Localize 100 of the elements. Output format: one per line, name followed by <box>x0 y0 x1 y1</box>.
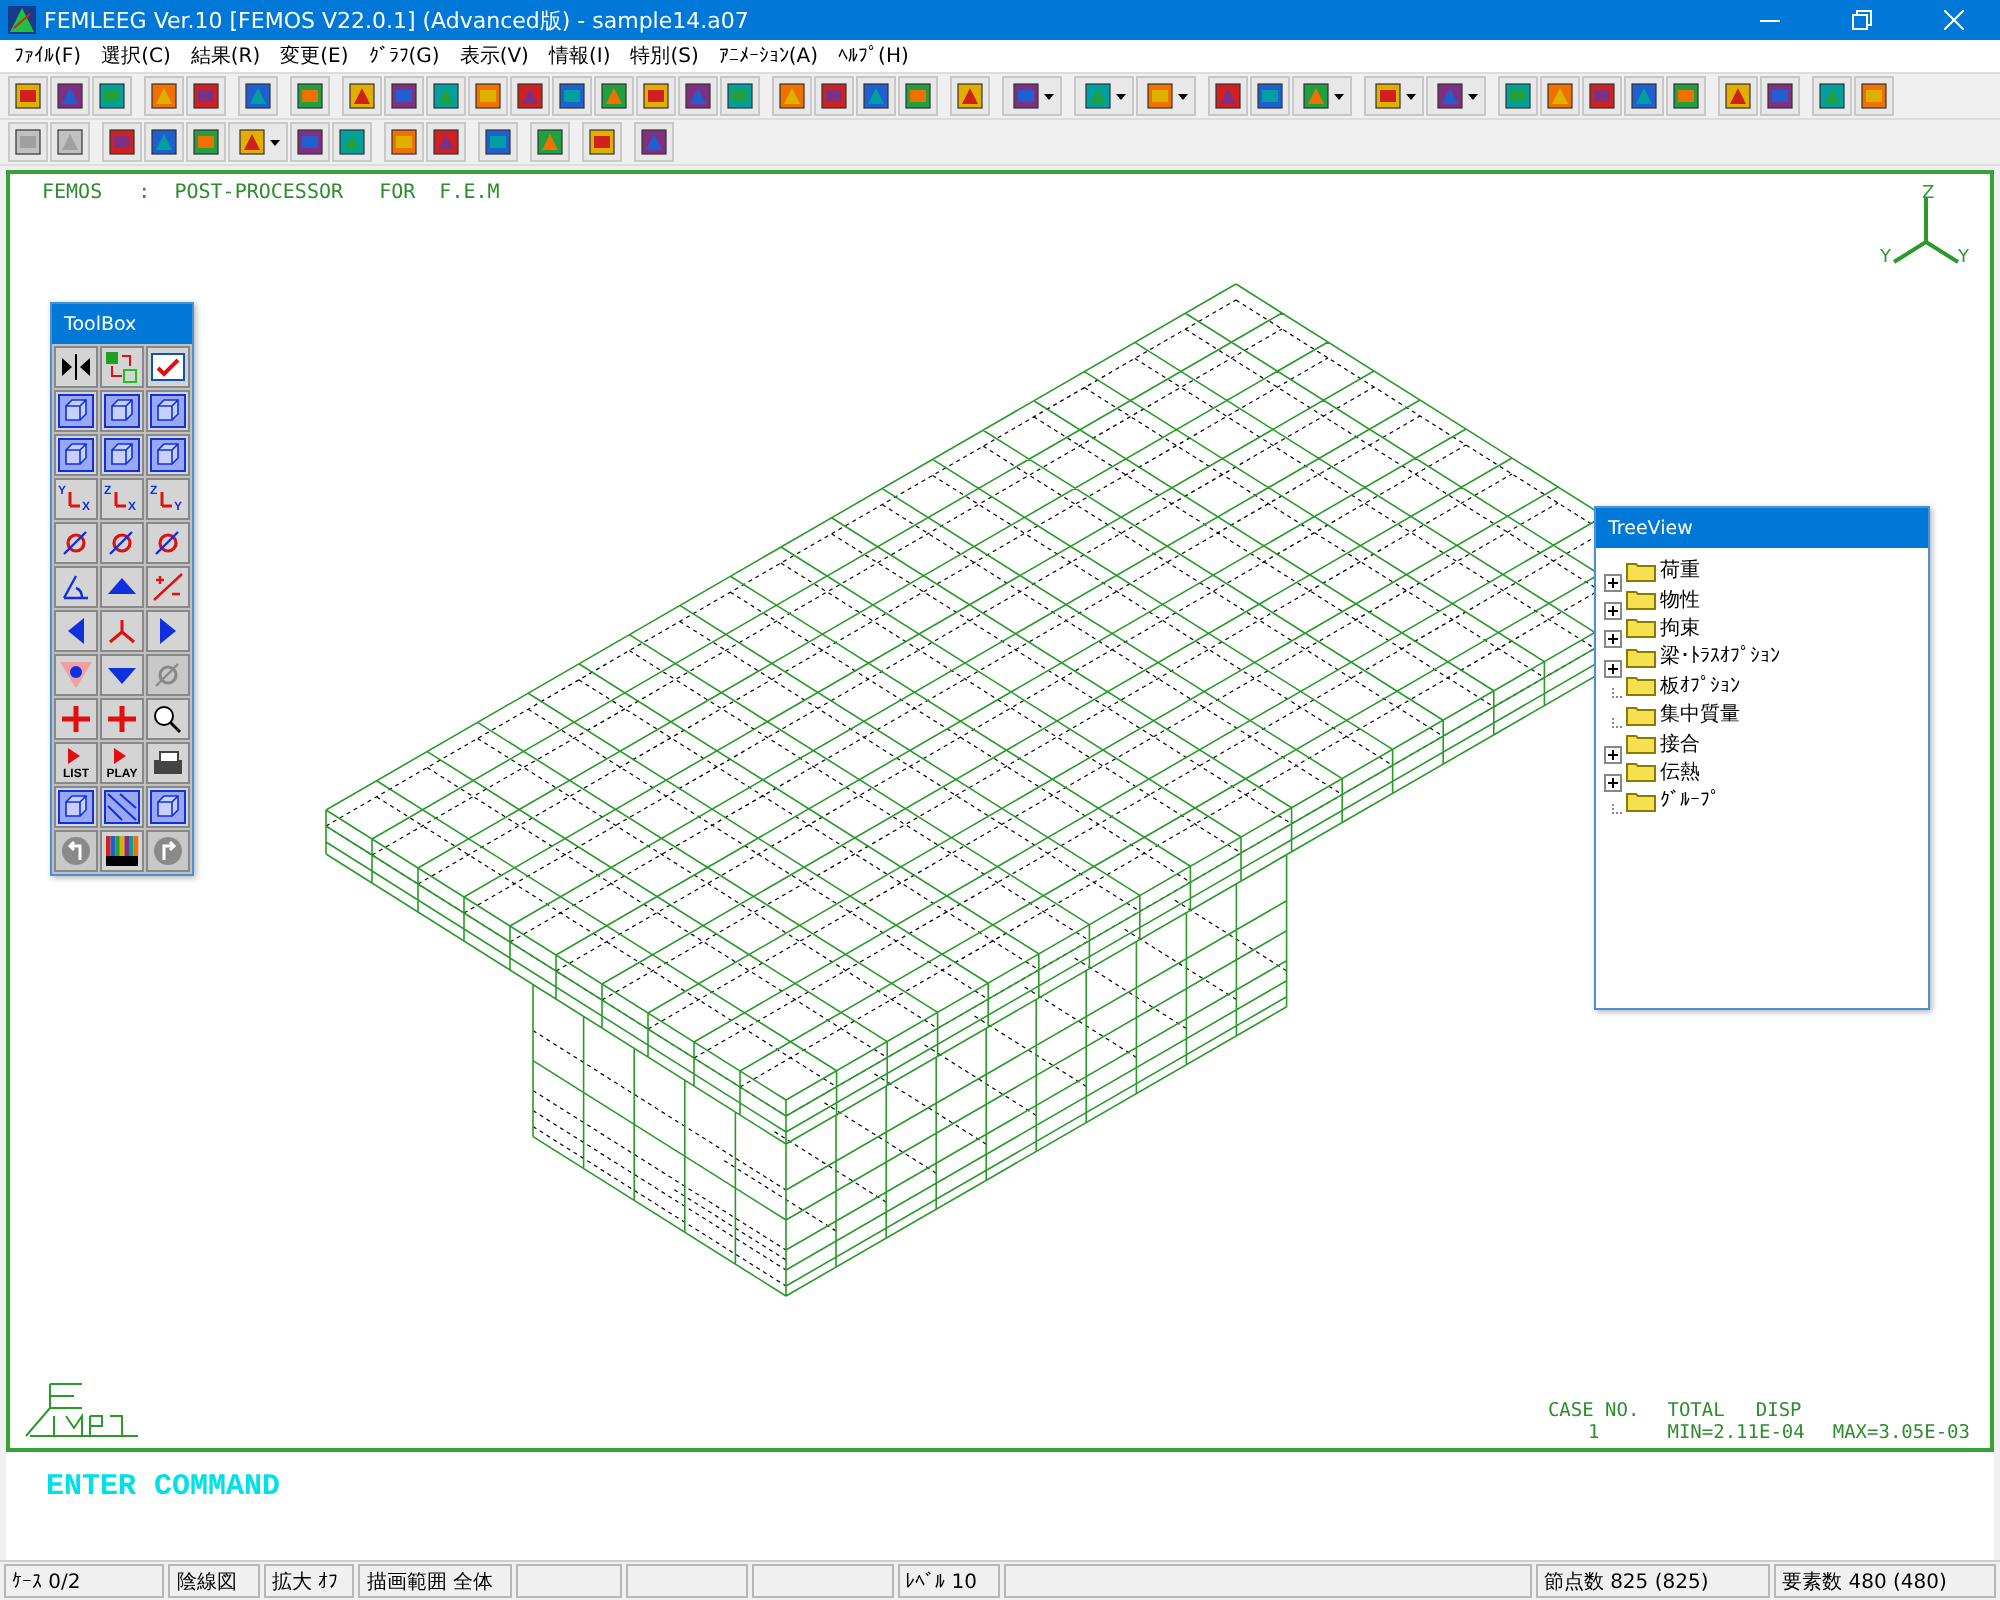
tree-item[interactable]: 荷重 <box>1604 556 1920 585</box>
toolbar-button[interactable] <box>8 122 48 162</box>
toolbar-button[interactable] <box>384 122 424 162</box>
toolbar-button[interactable] <box>1136 76 1196 116</box>
move-icon <box>58 702 94 736</box>
tool-button[interactable] <box>100 830 144 872</box>
tool-icon <box>1256 82 1284 110</box>
tree-item[interactable]: 集中質量 <box>1604 699 1920 729</box>
menu-item[interactable]: ｸﾞﾗﾌ(G) <box>358 44 450 68</box>
toolbar-button[interactable] <box>144 122 184 162</box>
checkbox-icon <box>150 350 186 384</box>
toolbar-button[interactable] <box>1074 76 1134 116</box>
toolbar-button[interactable] <box>186 76 226 116</box>
toolbar-button[interactable] <box>1364 76 1424 116</box>
menu-item[interactable]: 変更(E) <box>270 42 359 70</box>
toolbar-button[interactable] <box>1002 76 1062 116</box>
toolbar-button[interactable] <box>342 76 382 116</box>
tree-item[interactable]: 梁･ﾄﾗｽｵﾌﾟｼｮﾝ <box>1604 642 1920 672</box>
status-panel: 陰線図 <box>168 1564 260 1598</box>
menu-item[interactable]: 表示(V) <box>449 42 539 70</box>
rotate-icon <box>63 531 87 555</box>
toolbar-button[interactable] <box>678 76 718 116</box>
toolbar-button[interactable] <box>332 122 372 162</box>
axis-triad-drawing: Z Y Y <box>1878 182 1974 274</box>
toolbar-button[interactable] <box>1250 76 1290 116</box>
toolbar-button[interactable] <box>636 76 676 116</box>
toolbar-button[interactable] <box>102 122 142 162</box>
toolbar-button[interactable] <box>290 122 330 162</box>
toolbar-button[interactable] <box>856 76 896 116</box>
toolbar-button[interactable] <box>552 76 592 116</box>
toolbar-button[interactable] <box>50 122 90 162</box>
toolbar-button[interactable] <box>238 76 278 116</box>
tool-button[interactable] <box>146 698 190 740</box>
toolbar-button[interactable] <box>582 122 622 162</box>
tool-button[interactable] <box>146 742 190 784</box>
mirror-icon <box>58 350 94 384</box>
tree-item[interactable]: 伝熱 <box>1604 757 1920 787</box>
menu-item[interactable]: ﾍﾙﾌﾟ(H) <box>828 44 919 68</box>
menu-item[interactable]: 情報(I) <box>538 42 621 70</box>
toolbar-button[interactable] <box>1812 76 1852 116</box>
menu-item[interactable]: 結果(R) <box>180 42 271 70</box>
tool-icon <box>237 128 265 156</box>
caret-icon <box>1043 93 1053 99</box>
toolbar-button[interactable] <box>8 76 48 116</box>
tool-icon <box>516 82 544 110</box>
toolbar-button[interactable] <box>1624 76 1664 116</box>
expand-icon <box>1604 774 1622 793</box>
toolbar-button[interactable] <box>144 76 184 116</box>
tool-icon <box>390 82 418 110</box>
toolbar-button[interactable] <box>468 76 508 116</box>
toolbar-button[interactable] <box>426 122 466 162</box>
menu-item[interactable]: 選択(C) <box>91 42 181 70</box>
toolbar-button[interactable] <box>1582 76 1622 116</box>
toolbar-button[interactable] <box>1208 76 1248 116</box>
toolbar-button[interactable] <box>290 76 330 116</box>
tool-button[interactable] <box>146 346 190 388</box>
menu-item[interactable]: 特別(S) <box>620 42 709 70</box>
move-icon <box>104 702 140 736</box>
toolbar-button[interactable] <box>50 76 90 116</box>
expand-icon <box>1604 573 1622 592</box>
printer-icon <box>150 746 186 780</box>
tree-item[interactable]: 物性 <box>1604 584 1920 614</box>
toolbar-button[interactable] <box>1426 76 1486 116</box>
toolbar-button[interactable] <box>384 76 424 116</box>
toolbar-button[interactable] <box>1666 76 1706 116</box>
toolbar-button[interactable] <box>814 76 854 116</box>
tool-icon <box>1546 82 1574 110</box>
tree-item[interactable]: 拘束 <box>1604 613 1920 643</box>
menu-item[interactable]: ﾌｧｲﾙ(F) <box>4 44 92 68</box>
toolbar-button[interactable] <box>634 122 674 162</box>
toolbar-button[interactable] <box>478 122 518 162</box>
rotate-icon <box>155 531 179 555</box>
menu-item[interactable]: ｱﾆﾒｰｼｮﾝ(A) <box>708 44 829 68</box>
viewport-header: FEMOS : POST-PROCESSOR FOR F.E.M <box>42 182 500 204</box>
tool-icon <box>484 128 512 156</box>
tree-item[interactable]: ｸﾞﾙｰﾌﾟ <box>1604 786 1920 816</box>
toolbar-button[interactable] <box>898 76 938 116</box>
toolbar-button[interactable] <box>1718 76 1758 116</box>
logo-icon <box>22 1380 142 1440</box>
toolbar-button[interactable] <box>772 76 812 116</box>
toolbar-button[interactable] <box>92 76 132 116</box>
toolbar-button[interactable] <box>510 76 550 116</box>
toolbar-button[interactable] <box>1292 76 1352 116</box>
toolbar-button[interactable] <box>426 76 466 116</box>
toolbar-button[interactable] <box>1540 76 1580 116</box>
toolbar-button[interactable] <box>1854 76 1894 116</box>
tree-item[interactable]: 接合 <box>1604 728 1920 758</box>
app-icon <box>8 6 36 34</box>
toolbar-button[interactable] <box>186 122 226 162</box>
tree-item[interactable]: 板ｵﾌﾟｼｮﾝ <box>1604 671 1920 700</box>
toolbar-button[interactable] <box>950 76 990 116</box>
toolbar-button[interactable] <box>228 122 288 162</box>
toolbar-button[interactable] <box>530 122 570 162</box>
toolbar-button[interactable] <box>720 76 760 116</box>
tool-button[interactable] <box>54 346 98 388</box>
close-icon <box>1944 10 1964 30</box>
toolbar-button[interactable] <box>1760 76 1800 116</box>
toolbar-button[interactable] <box>1498 76 1538 116</box>
toolbar-button[interactable] <box>594 76 634 116</box>
command-prompt: ENTER COMMAND <box>46 1470 281 1504</box>
